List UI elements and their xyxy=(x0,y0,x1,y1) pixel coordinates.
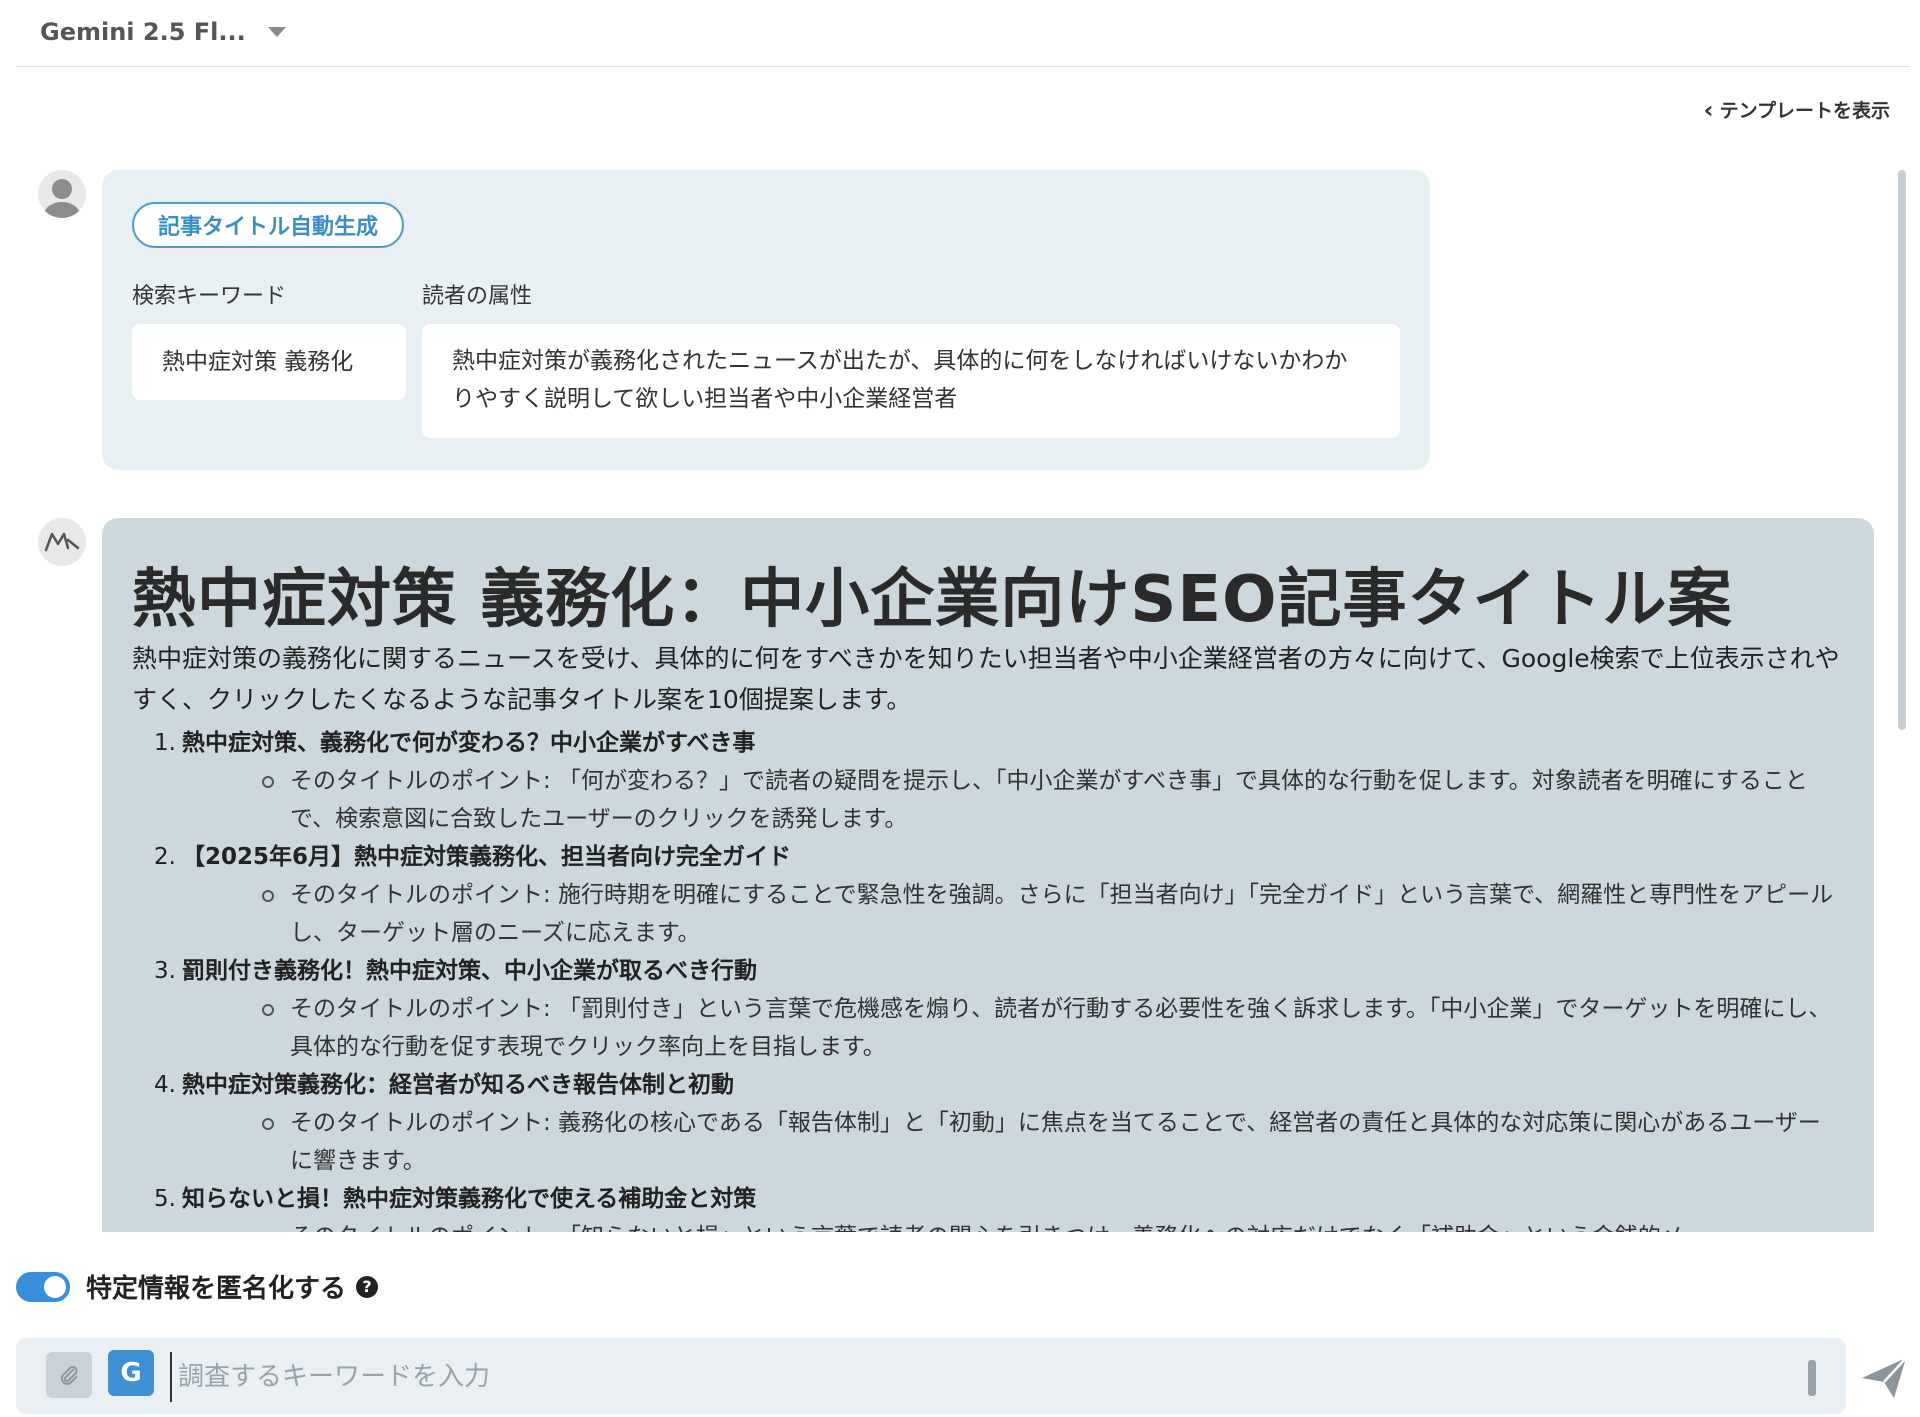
resize-handle[interactable] xyxy=(1808,1360,1816,1396)
response-intro: 熱中症対策の義務化に関するニュースを受け、具体的に何をすべきかを知りたい担当者や… xyxy=(132,644,1840,714)
item-title: 知らないと損！熱中症対策義務化で使える補助金と対策 xyxy=(182,1186,757,1212)
audience-value: 熱中症対策が義務化されたニュースが出たが、具体的に何をしなければいけないかわかり… xyxy=(422,324,1400,438)
item-title: 熱中症対策、義務化で何が変わる？中小企業がすべき事 xyxy=(182,730,756,756)
list-item: 2. 【2025年6月】熱中症対策義務化、担当者向け完全ガイド そのタイトルのポイ… xyxy=(132,838,1852,952)
chevron-left-icon: ‹ xyxy=(1703,95,1714,124)
item-number: 5. xyxy=(154,1186,176,1212)
item-point: そのタイトルのポイント: 施行時期を明確にすることで緊急性を強調。さらに「担当者… xyxy=(290,882,1834,946)
list-item: 5.知らないと損！熱中症対策義務化で使える補助金と対策 そのタイトルのポイント:… xyxy=(132,1180,1852,1232)
ai-response-card: 熱中症対策 義務化：中小企業向けSEO記事タイトル案 熱中症対策の義務化に関する… xyxy=(102,518,1874,1232)
keyword-value: 熱中症対策 義務化 xyxy=(132,324,406,400)
send-icon xyxy=(1862,1357,1907,1398)
show-template-label: テンプレートを表示 xyxy=(1719,100,1890,122)
item-number: 2. xyxy=(154,844,176,870)
top-bar: Gemini 2.5 Fl... xyxy=(16,0,1910,67)
chat-area[interactable]: 記事タイトル自動生成 検索キーワード 読者の属性 熱中症対策 義務化 熱中症対策… xyxy=(0,140,1920,1232)
help-icon[interactable]: ? xyxy=(356,1275,379,1298)
item-point: そのタイトルのポイント: 「何が変わる？」で読者の疑問を提示し、「中小企業がすべ… xyxy=(290,768,1808,832)
chevron-down-icon xyxy=(267,27,286,37)
item-point: そのタイトルのポイント: 「罰則付き」という言葉で危機感を煽り、読者が行動する必… xyxy=(290,996,1832,1060)
template-tag: 記事タイトル自動生成 xyxy=(132,202,405,248)
input-bar: G xyxy=(16,1338,1846,1414)
item-title: 罰則付き義務化！熱中症対策、中小企業が取るべき行動 xyxy=(182,958,757,984)
show-template-link[interactable]: ‹ テンプレートを表示 xyxy=(1704,96,1890,123)
google-search-button[interactable]: G xyxy=(108,1350,154,1396)
user-avatar-icon xyxy=(38,170,86,218)
paperclip-icon xyxy=(60,1365,78,1385)
title-suggestion-list: 1. 熱中症対策、義務化で何が変わる？中小企業がすべき事 そのタイトルのポイント:… xyxy=(132,724,1852,1232)
item-title: 【2025年6月】熱中症対策義務化、担当者向け完全ガイド xyxy=(182,844,792,870)
item-number: 1. xyxy=(154,730,176,756)
send-button[interactable] xyxy=(1858,1352,1910,1404)
list-item: 1. 熱中症対策、義務化で何が変わる？中小企業がすべき事 そのタイトルのポイント:… xyxy=(132,724,1852,838)
item-number: 4. xyxy=(154,1072,176,1098)
item-point: そのタイトルのポイント: 「知らないと損」という言葉で読者の関心を引きつけ、義務… xyxy=(290,1224,1684,1232)
keyword-label: 検索キーワード xyxy=(132,284,287,309)
attach-button[interactable] xyxy=(46,1352,92,1398)
item-number: 3. xyxy=(154,958,176,984)
list-item: 4. 熱中症対策義務化：経営者が知るべき報告体制と初動 そのタイトルのポイント: … xyxy=(132,1066,1852,1180)
anonymize-toggle[interactable] xyxy=(16,1271,70,1302)
list-item: 3. 罰則付き義務化！熱中症対策、中小企業が取るべき行動 そのタイトルのポイント:… xyxy=(132,952,1852,1066)
chat-scrollbar[interactable] xyxy=(1898,170,1906,730)
audience-label: 読者の属性 xyxy=(422,284,533,309)
response-title: 熱中症対策 義務化：中小企業向けSEO記事タイトル案 xyxy=(132,563,1733,637)
ai-avatar-icon xyxy=(38,518,86,566)
anonymize-row: 特定情報を匿名化する ? xyxy=(16,1268,379,1305)
user-message-card: 記事タイトル自動生成 検索キーワード 読者の属性 熱中症対策 義務化 熱中症対策… xyxy=(102,170,1430,470)
keyword-input[interactable] xyxy=(170,1352,1800,1402)
item-title: 熱中症対策義務化：経営者が知るべき報告体制と初動 xyxy=(182,1072,734,1098)
anonymize-label: 特定情報を匿名化する xyxy=(86,1274,347,1304)
item-point: そのタイトルのポイント: 義務化の核心である「報告体制」と「初動」に焦点を当てる… xyxy=(290,1110,1821,1174)
model-select[interactable]: Gemini 2.5 Fl... xyxy=(40,18,286,46)
model-select-label: Gemini 2.5 Fl... xyxy=(40,18,246,46)
